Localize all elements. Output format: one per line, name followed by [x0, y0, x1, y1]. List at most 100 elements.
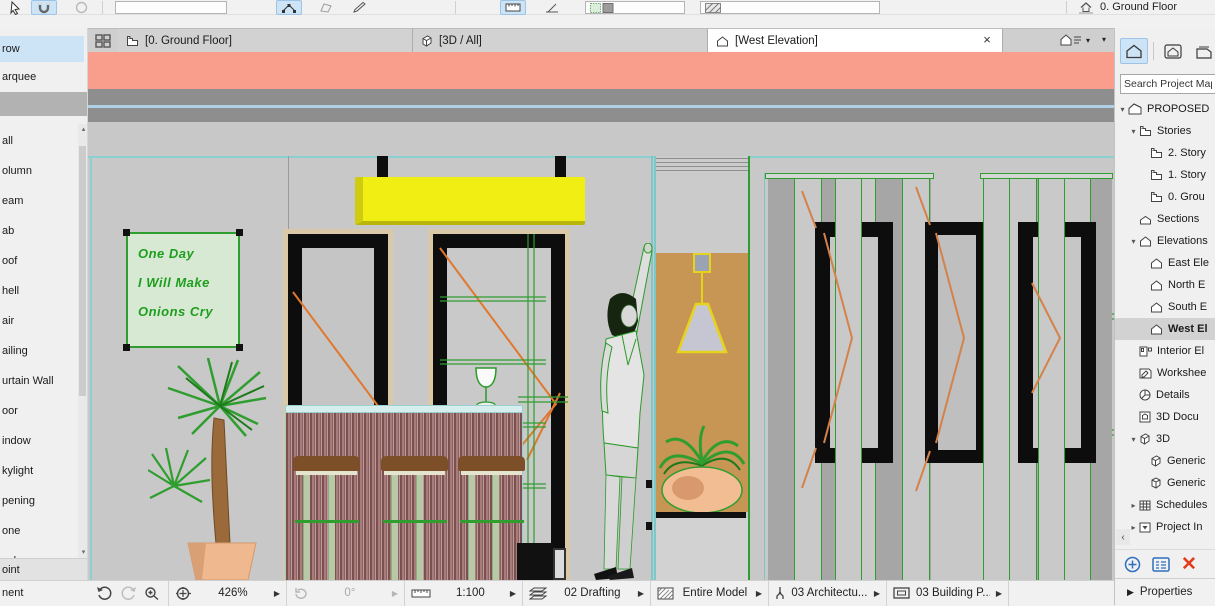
tree-item-west-el[interactable]: West El [1115, 318, 1215, 340]
tree-item-proposed[interactable]: ▾PROPOSED [1115, 98, 1215, 120]
status-segment-drawing-frame[interactable]: 03 Building P...▶ [887, 581, 1009, 606]
tree-expand-icon[interactable]: ▾ [1117, 105, 1128, 114]
schedule-grid-icon [1139, 500, 1151, 511]
bar-stool-seat[interactable] [293, 456, 360, 471]
layout-book-tab-icon[interactable] [1191, 38, 1215, 64]
toolbox-group-header[interactable] [0, 92, 88, 116]
toolbox-item-row[interactable]: row [0, 36, 84, 62]
view-dropdown[interactable]: ▾ [1060, 33, 1090, 47]
toolbox-item-hell[interactable]: hell [0, 278, 84, 304]
tree-item-north-e[interactable]: North E [1115, 274, 1215, 296]
panel-caret-icon[interactable]: ▾ [1102, 35, 1106, 44]
toolbox-item-one[interactable]: one [0, 518, 84, 544]
project-map-tree: ▾PROPOSED▾Stories2. Story1. Story0. Grou… [1115, 98, 1215, 538]
status-segment-rotate[interactable]: 0°▶ [287, 581, 405, 606]
toolbox-item-oof[interactable]: oof [0, 248, 84, 274]
quad-view-icon[interactable] [95, 34, 111, 48]
tree-item-3d-docu[interactable]: 3D Docu [1115, 406, 1215, 428]
magnet-tool-icon[interactable] [31, 0, 57, 15]
tree-item-1.-story[interactable]: 1. Story [1115, 164, 1215, 186]
toolbox-item-ab[interactable]: ab [0, 218, 84, 244]
measure-tool-icon[interactable] [500, 0, 526, 15]
toolbox-panel: rowarquee all olumn eam ab oof hell air ailing ur… [0, 28, 88, 580]
toolbox-item-eam[interactable]: eam [0, 188, 84, 214]
tree-item-east-ele[interactable]: East Ele [1115, 252, 1215, 274]
tab-3[interactable]: [West Elevation]× [708, 29, 1003, 53]
chevron-right-icon: ▶ [274, 589, 280, 598]
tree-item-interior-el[interactable]: Interior El [1115, 340, 1215, 362]
toolbox-item-arquee[interactable]: arquee [0, 64, 84, 90]
settings-list-icon[interactable] [1152, 557, 1170, 572]
tree-item-sections[interactable]: Sections [1115, 208, 1215, 230]
human-figure[interactable] [592, 243, 664, 580]
guide-lines-icon[interactable] [276, 0, 302, 15]
tree-item-schedules[interactable]: ▸Schedules [1115, 494, 1215, 516]
bar-stool-seat[interactable] [458, 456, 525, 471]
tree-expand-icon[interactable]: ▾ [1128, 127, 1139, 136]
scroll-up-icon[interactable]: ▴ [79, 125, 88, 133]
tree-item-2.-story[interactable]: 2. Story [1115, 142, 1215, 164]
annotate-tool-icon[interactable] [540, 0, 564, 15]
story-picker[interactable]: 0. Ground Floor [1100, 1, 1177, 13]
drawing-canvas[interactable]: One Day I Will Make Onions Cry [88, 52, 1114, 580]
tab-1[interactable]: [0. Ground Floor] [118, 29, 413, 53]
close-icon[interactable]: × [980, 32, 994, 47]
forward-icon[interactable] [120, 586, 137, 601]
back-icon[interactable] [96, 586, 113, 601]
add-item-icon[interactable] [1124, 556, 1141, 573]
tree-item-3d[interactable]: ▾3D [1115, 428, 1215, 450]
scroll-down-icon[interactable]: ▾ [79, 548, 88, 556]
toolbox-bottom-item[interactable]: nent [0, 580, 88, 605]
toolbox-item-kylight[interactable]: kylight [0, 458, 84, 484]
tree-item-project-in[interactable]: ▸Project In [1115, 516, 1215, 538]
properties-section[interactable]: ▶ Properties [1115, 578, 1215, 605]
fill-field[interactable] [700, 1, 880, 14]
pencil-tool-icon[interactable] [348, 0, 372, 15]
tree-item-stories[interactable]: ▾Stories [1115, 120, 1215, 142]
search-input[interactable] [1120, 74, 1215, 94]
arrow-tool-icon[interactable] [4, 0, 26, 15]
status-segment-pen-set[interactable]: 03 Architectu...▶ [769, 581, 887, 606]
cabinet-trim-line [656, 170, 748, 171]
toolbox-item-pening[interactable]: pening [0, 488, 84, 514]
tab-2[interactable]: [3D / All] [413, 29, 708, 53]
toolbox-item-air[interactable]: air [0, 308, 84, 334]
bar-counter[interactable] [285, 405, 523, 580]
toolbox-item-ailing[interactable]: ailing [0, 338, 84, 364]
toolbox-item-all[interactable]: all [0, 128, 84, 154]
favorites-field[interactable] [585, 1, 685, 14]
status-segment-zoom-fit[interactable]: 426%▶ [169, 581, 287, 606]
tree-item-details[interactable]: Details [1115, 384, 1215, 406]
tree-item-0.-grou[interactable]: 0. Grou [1115, 186, 1215, 208]
tree-item-south-e[interactable]: South E [1115, 296, 1215, 318]
potted-yucca-plant[interactable] [148, 358, 272, 580]
status-segment-partial-structure[interactable]: Entire Model▶ [651, 581, 769, 606]
toolbox-scrollbar[interactable] [78, 124, 87, 558]
toolbox-item-urtain-wall[interactable]: urtain Wall [0, 368, 84, 394]
plane-tool-icon[interactable] [312, 0, 336, 15]
suspend-groups-icon[interactable] [70, 0, 92, 15]
pendant-lamp[interactable] [674, 252, 730, 357]
wine-glass[interactable] [472, 366, 500, 410]
scrollbar-thumb[interactable] [79, 146, 86, 396]
tree-item-generic[interactable]: Generic [1115, 450, 1215, 472]
status-segment-scale-ruler[interactable]: 1:100▶ [405, 581, 523, 606]
delete-icon[interactable]: ✕ [1181, 555, 1197, 574]
tree-expand-icon[interactable]: ▾ [1128, 237, 1139, 246]
toolbox-item-pinned[interactable]: oint [0, 558, 88, 580]
tree-item-elevations[interactable]: ▾Elevations [1115, 230, 1215, 252]
toolbox-item-indow[interactable]: indow [0, 428, 84, 454]
niche-potted-plant[interactable] [658, 420, 746, 514]
view-map-tab-icon[interactable] [1159, 38, 1187, 64]
project-map-tab-icon[interactable] [1120, 38, 1148, 64]
toolbox-item-oor[interactable]: oor [0, 398, 84, 424]
tree-expand-icon[interactable]: ▾ [1128, 435, 1139, 444]
bar-stool-seat[interactable] [381, 456, 448, 471]
tree-expand-icon[interactable]: ▸ [1128, 501, 1139, 510]
toolbar-input[interactable] [115, 1, 227, 14]
status-segment-layers[interactable]: 02 Drafting▶ [523, 581, 651, 606]
tree-item-generic[interactable]: Generic [1115, 472, 1215, 494]
zoom-in-icon[interactable] [144, 586, 160, 601]
tree-item-workshee[interactable]: Workshee [1115, 362, 1215, 384]
toolbox-item-olumn[interactable]: olumn [0, 158, 84, 184]
